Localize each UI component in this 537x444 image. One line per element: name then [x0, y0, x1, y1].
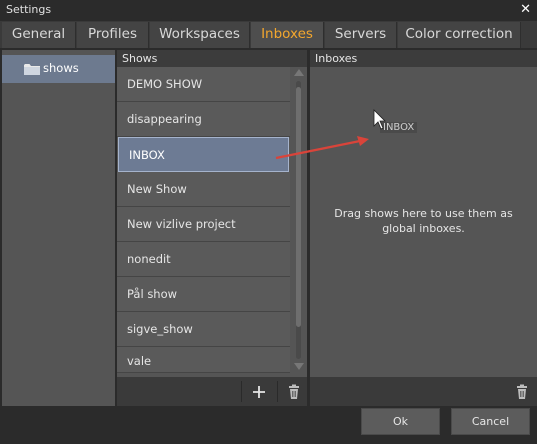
- scroll-down-icon[interactable]: [294, 363, 304, 370]
- footer-divider: [277, 381, 278, 402]
- tab-servers[interactable]: Servers: [325, 22, 397, 48]
- drop-hint-text: Drag shows here to use them as global in…: [334, 207, 513, 235]
- scroll-thumb[interactable]: [296, 87, 301, 327]
- tab-color-correction[interactable]: Color correction: [398, 22, 521, 48]
- show-item-new-vizlive-project[interactable]: New vizlive project: [117, 207, 290, 242]
- show-item-disappearing[interactable]: disappearing: [117, 102, 290, 137]
- show-item-new-show[interactable]: New Show: [117, 172, 290, 207]
- close-icon[interactable]: ✕: [520, 2, 531, 18]
- delete-inbox-button[interactable]: [512, 382, 532, 402]
- shows-panel: Shows DEMO SHOW disappearing INBOX New S…: [117, 50, 307, 406]
- show-item-pal-show[interactable]: Pål show: [117, 277, 290, 312]
- shows-header: Shows: [117, 50, 307, 67]
- drag-ghost-label: INBOX: [380, 122, 418, 133]
- tab-workspaces[interactable]: Workspaces: [150, 22, 250, 48]
- ok-button[interactable]: Ok: [361, 408, 440, 435]
- trash-icon: [289, 384, 299, 399]
- shows-scrollbar[interactable]: [293, 67, 305, 373]
- dialog-button-bar: Ok Cancel: [0, 406, 537, 444]
- tab-bar: General Profiles Workspaces Inboxes Serv…: [0, 21, 537, 48]
- title-bar: Settings ✕: [0, 0, 537, 21]
- show-item-inbox[interactable]: INBOX: [118, 137, 289, 172]
- show-item-nonedit[interactable]: nonedit: [117, 242, 290, 277]
- trash-icon: [517, 384, 527, 399]
- shows-footer: [117, 377, 307, 406]
- scroll-up-icon[interactable]: [294, 69, 304, 76]
- inboxes-panel[interactable]: Inboxes INBOX Drag shows here to use the…: [310, 50, 537, 406]
- tree-item-label: shows: [43, 61, 79, 75]
- show-item-vale[interactable]: vale: [117, 347, 290, 373]
- tab-profiles[interactable]: Profiles: [77, 22, 149, 48]
- folder-tree-panel: shows: [2, 50, 115, 406]
- inboxes-footer: [310, 377, 537, 406]
- plus-icon: [253, 386, 265, 398]
- window-title: Settings: [6, 3, 52, 16]
- show-item-demo-show[interactable]: DEMO SHOW: [117, 67, 290, 102]
- tree-item-shows[interactable]: shows: [2, 55, 115, 83]
- tab-inboxes[interactable]: Inboxes: [251, 22, 324, 48]
- inboxes-header: Inboxes: [310, 50, 537, 67]
- folder-icon: [24, 64, 40, 75]
- show-item-sigve-show[interactable]: sigve_show: [117, 312, 290, 347]
- add-show-button[interactable]: [249, 382, 269, 402]
- tab-general[interactable]: General: [2, 22, 76, 48]
- footer-divider: [241, 381, 242, 402]
- cancel-button[interactable]: Cancel: [451, 408, 530, 435]
- delete-show-button[interactable]: [284, 382, 304, 402]
